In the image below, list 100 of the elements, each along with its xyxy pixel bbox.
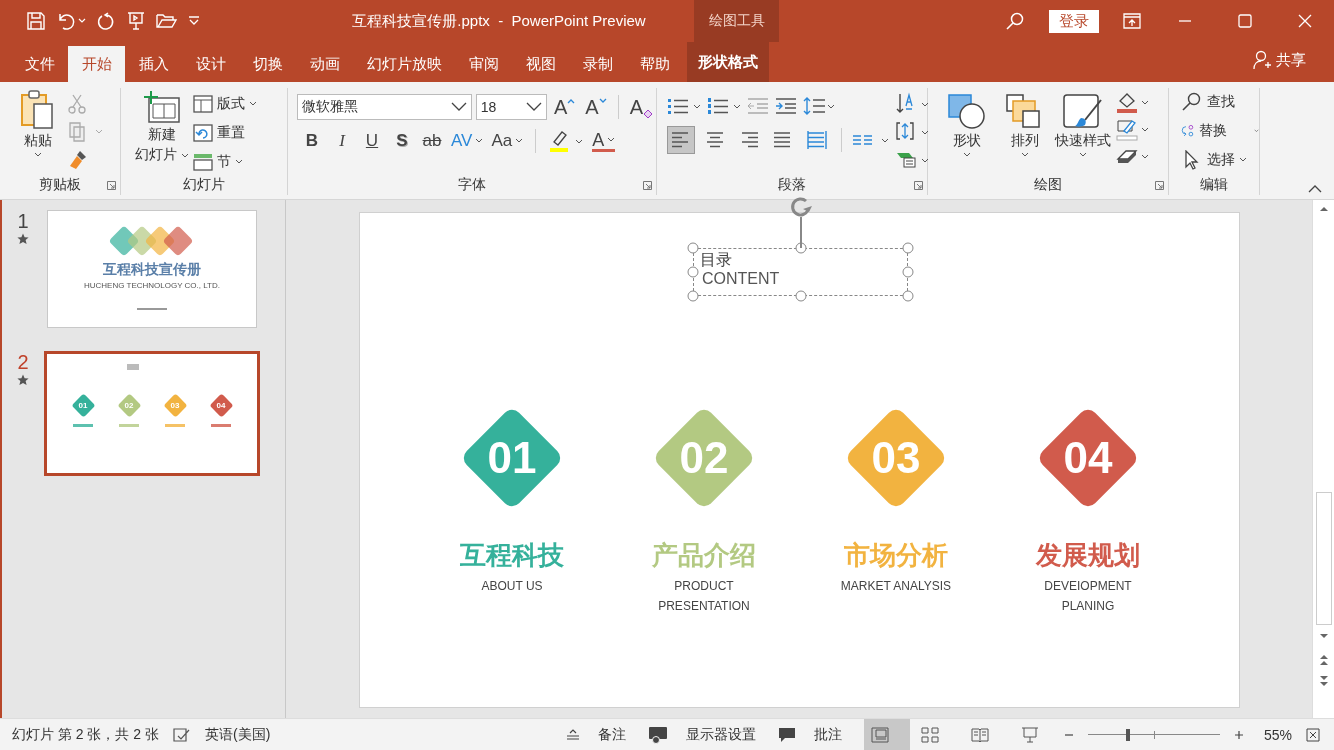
- select-button[interactable]: 选择: [1181, 148, 1259, 172]
- arrange-button[interactable]: 排列: [996, 90, 1054, 175]
- font-style-button[interactable]: I: [331, 131, 353, 151]
- dialog-launcher-icon[interactable]: [643, 181, 652, 190]
- presentation-icon[interactable]: [126, 11, 146, 31]
- scroll-up-icon[interactable]: [1318, 206, 1329, 212]
- zoom-slider[interactable]: [1087, 728, 1220, 741]
- item-title: 市场分析: [844, 540, 948, 570]
- ribbon-tab[interactable]: 文件: [11, 46, 68, 82]
- resize-handle[interactable]: [687, 242, 699, 254]
- alignment-icon: [739, 131, 759, 149]
- next-slide-icon[interactable]: [1318, 675, 1329, 687]
- slide-thumbnail[interactable]: 互程科技宣传册 HUCHENG TECHNOLOGY CO., LTD.: [47, 210, 257, 328]
- ribbon-display-icon[interactable]: [1123, 13, 1141, 29]
- highlighter-icon[interactable]: [548, 130, 585, 152]
- sign-in-button[interactable]: 登录: [1049, 9, 1099, 33]
- view-button[interactable]: [863, 718, 910, 750]
- font-size-field[interactable]: 18: [475, 94, 547, 120]
- notes-icon: [565, 728, 580, 741]
- resize-handle[interactable]: [902, 290, 914, 302]
- ribbon-tab[interactable]: 视图: [512, 46, 569, 82]
- font-style-button[interactable]: Aa: [491, 131, 524, 151]
- caret-icon: [234, 159, 243, 165]
- section-button[interactable]: 节: [192, 150, 257, 174]
- resize-handle[interactable]: [687, 290, 699, 302]
- dialog-launcher-icon[interactable]: [107, 181, 116, 190]
- ribbon-tab[interactable]: 切换: [239, 46, 296, 82]
- ribbon-tab[interactable]: 设计: [182, 46, 239, 82]
- increase-indent-icon[interactable]: [775, 96, 797, 116]
- font-style-button[interactable]: ab: [421, 131, 443, 151]
- scrollbar-thumb[interactable]: [1315, 492, 1332, 625]
- shape-outline-icon[interactable]: [1116, 119, 1150, 141]
- ribbon-tab[interactable]: 插入: [125, 46, 182, 82]
- redo-icon[interactable]: [96, 11, 116, 31]
- align-button[interactable]: [667, 126, 695, 154]
- caption-line-drawing: [73, 424, 93, 427]
- bullet-list-icon[interactable]: [667, 96, 701, 116]
- zoom-in-icon[interactable]: [1233, 729, 1244, 740]
- search-icon[interactable]: [1005, 11, 1025, 31]
- item-caption: DEVEIOPMENT: [1044, 578, 1132, 595]
- font-color-button[interactable]: A: [592, 130, 616, 152]
- resize-handle[interactable]: [902, 242, 914, 254]
- star-icon: [17, 233, 29, 245]
- shrink-font-button[interactable]: A: [582, 95, 610, 119]
- dialog-launcher-icon[interactable]: [914, 181, 923, 190]
- slide-thumbnail[interactable]: 01 02 03 04: [44, 351, 260, 476]
- shapes-button[interactable]: 形状: [938, 90, 996, 175]
- item-caption: MARKET ANALYSIS: [840, 578, 952, 595]
- font-style-button[interactable]: B: [301, 131, 323, 151]
- ribbon-tab[interactable]: 开始: [68, 46, 125, 82]
- clear-formatting-button[interactable]: A: [626, 95, 656, 119]
- ribbon-tab[interactable]: 形状格式: [687, 42, 769, 82]
- undo-icon[interactable]: [56, 11, 76, 31]
- previous-slide-icon[interactable]: [1318, 654, 1329, 666]
- selected-text-box[interactable]: 目录 CONTENT: [687, 242, 914, 302]
- collapse-ribbon-icon[interactable]: [1308, 185, 1322, 193]
- add-person-icon: [1252, 50, 1272, 70]
- display-settings-button[interactable]: 显示器设置: [647, 725, 756, 744]
- save-icon[interactable]: [26, 11, 46, 31]
- share-button[interactable]: 共享: [1252, 46, 1306, 74]
- ribbon-tab[interactable]: 审阅: [455, 46, 512, 82]
- notes-button[interactable]: 备注: [565, 725, 626, 744]
- layout-button[interactable]: 版式: [192, 92, 257, 116]
- chevron-down-icon: [598, 97, 607, 104]
- layout-icon: [192, 95, 213, 113]
- numbered-list-icon[interactable]: [707, 96, 741, 116]
- language-label[interactable]: 英语(美国): [205, 725, 271, 744]
- ribbon-tab[interactable]: 动画: [296, 46, 353, 82]
- shape-fill-icon[interactable]: [1116, 92, 1150, 114]
- caret-icon[interactable]: [78, 18, 86, 24]
- find-button[interactable]: 查找: [1181, 90, 1259, 114]
- font-name-field[interactable]: 微软雅黑: [297, 94, 472, 120]
- maximize-icon[interactable]: [1238, 14, 1252, 28]
- accessibility-check-icon[interactable]: [173, 727, 192, 742]
- scroll-down-icon[interactable]: [1318, 633, 1329, 639]
- format-painter-icon[interactable]: [68, 150, 88, 170]
- dialog-launcher-icon[interactable]: [1155, 181, 1164, 190]
- font-style-button[interactable]: U: [361, 131, 383, 151]
- comments-button[interactable]: 批注: [777, 725, 842, 744]
- quick-styles-button[interactable]: 快速样式: [1054, 90, 1112, 175]
- customize-caret-icon[interactable]: [188, 16, 200, 26]
- ribbon-tab[interactable]: 幻灯片放映: [353, 46, 455, 82]
- resize-handle[interactable]: [902, 266, 914, 278]
- grow-font-button[interactable]: A: [551, 95, 579, 119]
- paste-button[interactable]: 粘贴: [16, 90, 60, 175]
- font-style-button[interactable]: S: [391, 131, 413, 151]
- line-spacing-icon[interactable]: [803, 96, 835, 116]
- zoom-slider-thumb[interactable]: [1125, 728, 1130, 741]
- zoom-level-label[interactable]: 55%: [1263, 726, 1292, 743]
- fit-to-window-icon[interactable]: [1306, 727, 1320, 742]
- comment-icon: [777, 726, 796, 743]
- ribbon-tab[interactable]: 录制: [569, 46, 626, 82]
- close-icon[interactable]: [1298, 14, 1312, 28]
- replace-button[interactable]: 替换: [1181, 119, 1259, 143]
- resize-handle[interactable]: [795, 290, 806, 302]
- folder-icon[interactable]: [156, 11, 178, 31]
- reset-button[interactable]: 重置: [192, 121, 257, 145]
- ribbon-tab[interactable]: 帮助: [626, 46, 683, 82]
- new-slide-button[interactable]: 新建 幻灯片: [131, 90, 193, 175]
- resize-handle[interactable]: [687, 266, 699, 278]
